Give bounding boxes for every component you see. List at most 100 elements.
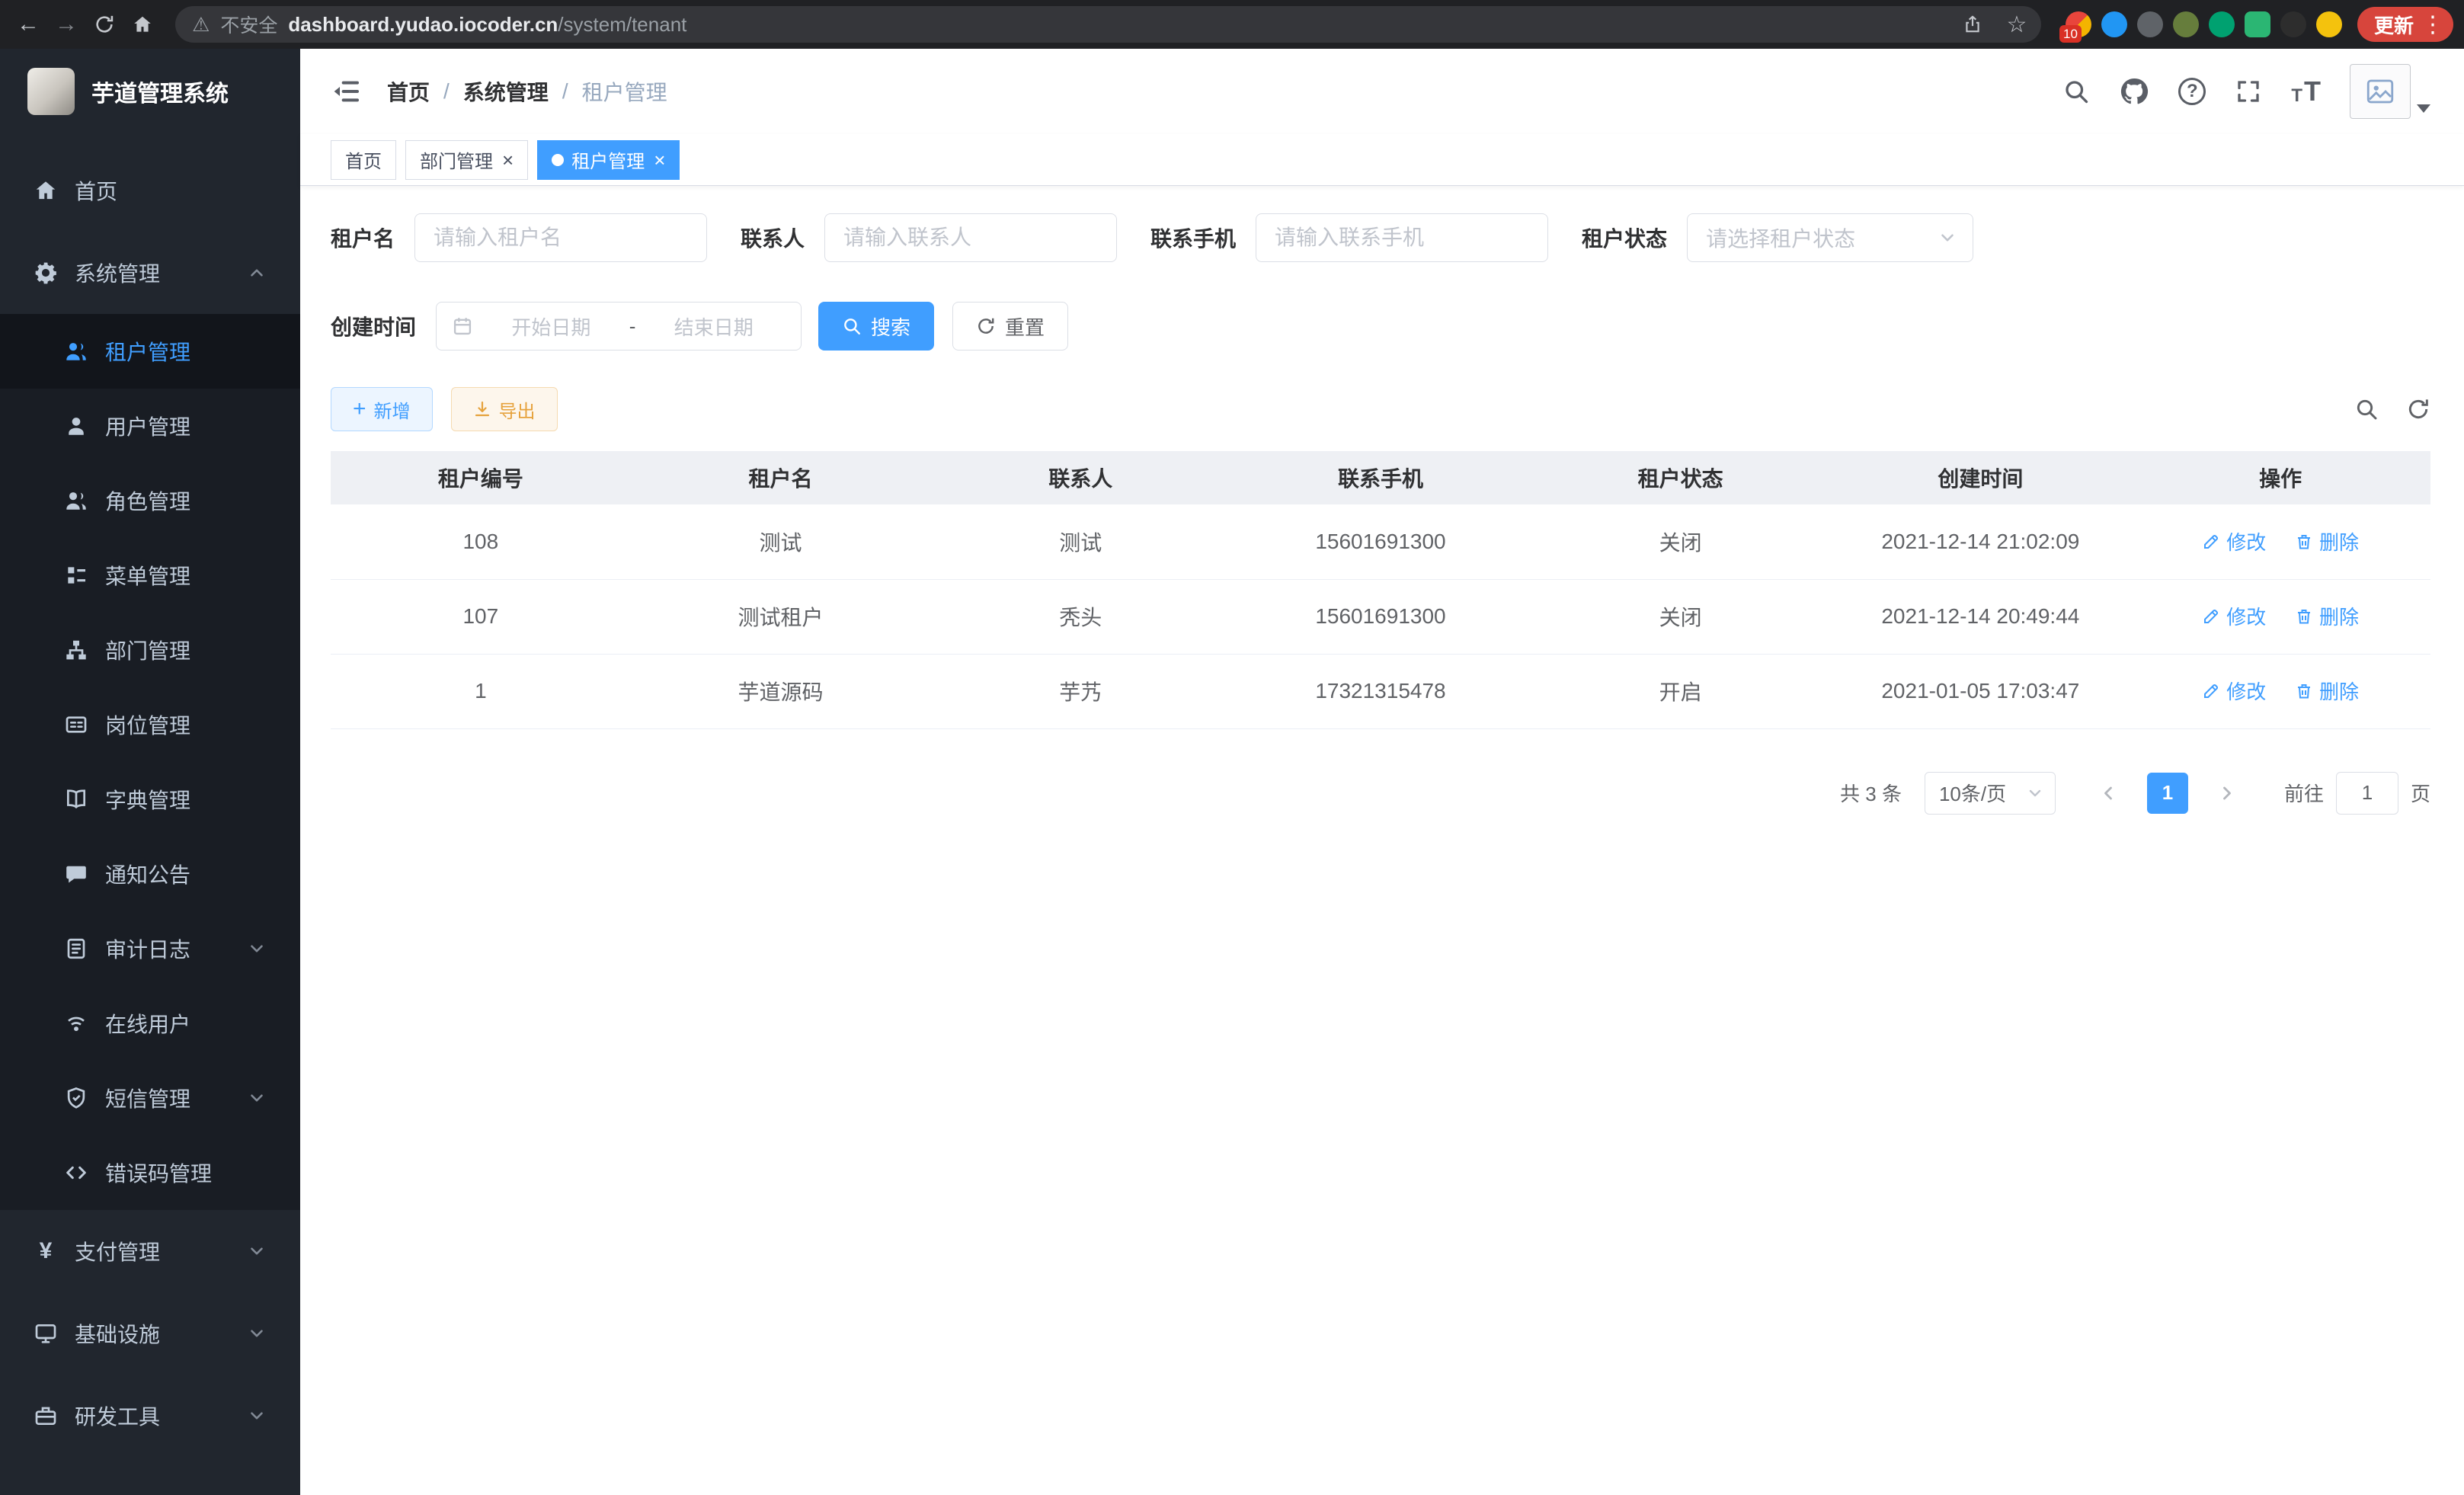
browser-toolbar: ← → ⚠ 不安全 dashboard.yudao.iocoder.cn/sys… bbox=[0, 0, 2464, 49]
reset-button[interactable]: 重置 bbox=[952, 302, 1068, 351]
edit-link[interactable]: 修改 bbox=[2202, 677, 2266, 705]
share-icon[interactable] bbox=[1956, 8, 1989, 41]
browser-home-icon[interactable] bbox=[125, 7, 160, 42]
extension-icon[interactable] bbox=[2173, 11, 2199, 37]
sidebar-item-error-code[interactable]: 错误码管理 bbox=[0, 1135, 300, 1210]
profile-avatar-icon[interactable] bbox=[2316, 11, 2342, 37]
cell-id: 107 bbox=[331, 579, 631, 654]
cell-actions: 修改 删除 bbox=[2130, 504, 2430, 579]
browser-address-bar[interactable]: ⚠ 不安全 dashboard.yudao.iocoder.cn/system/… bbox=[175, 6, 2041, 43]
sidebar-item-dev-tools[interactable]: 研发工具 bbox=[0, 1375, 300, 1457]
active-dot-icon bbox=[552, 154, 564, 166]
export-button[interactable]: 导出 bbox=[451, 387, 558, 431]
sidebar-item-online-users[interactable]: 在线用户 bbox=[0, 986, 300, 1061]
sidebar-item-menu-management[interactable]: 菜单管理 bbox=[0, 538, 300, 613]
tenant-table: 租户编号 租户名 联系人 联系手机 租户状态 创建时间 操作 108 测试 bbox=[331, 451, 2430, 729]
extension-icon[interactable] bbox=[2245, 11, 2270, 37]
table-row: 1 芋道源码 芋艿 17321315478 开启 2021-01-05 17:0… bbox=[331, 654, 2430, 728]
sidebar-item-home[interactable]: 首页 bbox=[0, 149, 300, 232]
refresh-table-icon[interactable] bbox=[2406, 397, 2430, 421]
menu-icon bbox=[64, 563, 88, 587]
log-icon bbox=[64, 936, 88, 961]
close-icon[interactable]: × bbox=[502, 150, 514, 170]
delete-link[interactable]: 删除 bbox=[2295, 602, 2359, 630]
browser-forward-icon[interactable]: → bbox=[49, 7, 84, 42]
online-icon bbox=[64, 1011, 88, 1036]
url-text[interactable]: dashboard.yudao.iocoder.cn/system/tenant bbox=[288, 13, 1945, 37]
goto-page-input[interactable] bbox=[2336, 772, 2398, 815]
extension-icon[interactable] bbox=[2209, 11, 2235, 37]
fullscreen-icon[interactable] bbox=[2235, 78, 2262, 105]
create-time-range-picker[interactable]: 开始日期 - 结束日期 bbox=[436, 302, 802, 351]
avatar[interactable] bbox=[2350, 64, 2411, 119]
bookmark-star-icon[interactable]: ☆ bbox=[2000, 8, 2034, 41]
user-avatar-dropdown[interactable] bbox=[2350, 64, 2430, 119]
sidebar-item-infrastructure[interactable]: 基础设施 bbox=[0, 1292, 300, 1375]
security-status-label[interactable]: 不安全 bbox=[220, 11, 277, 38]
delete-link[interactable]: 删除 bbox=[2295, 527, 2359, 555]
table-header-row: 租户编号 租户名 联系人 联系手机 租户状态 创建时间 操作 bbox=[331, 451, 2430, 504]
sidebar-item-system-management[interactable]: 系统管理 bbox=[0, 232, 300, 314]
page-size-select[interactable]: 10条/页 bbox=[1925, 772, 2056, 815]
extension-icon[interactable]: 10 bbox=[2066, 11, 2091, 37]
cell-status: 关闭 bbox=[1531, 504, 1831, 579]
help-icon[interactable]: ? bbox=[2178, 78, 2206, 105]
home-icon bbox=[34, 178, 58, 203]
sidebar-item-role-management[interactable]: 角色管理 bbox=[0, 463, 300, 538]
browser-update-button[interactable]: 更新 ⋮ bbox=[2357, 7, 2453, 42]
edit-link[interactable]: 修改 bbox=[2202, 527, 2266, 555]
close-icon[interactable]: × bbox=[654, 150, 665, 170]
sidebar-item-audit-log[interactable]: 审计日志 bbox=[0, 911, 300, 986]
sidebar-item-label: 租户管理 bbox=[105, 336, 190, 367]
toggle-search-icon[interactable] bbox=[2354, 397, 2379, 421]
breadcrumb-system[interactable]: 系统管理 bbox=[463, 76, 549, 107]
tab-tenant-management[interactable]: 租户管理 × bbox=[537, 140, 680, 180]
extension-icon[interactable] bbox=[2101, 11, 2127, 37]
prev-page-button[interactable] bbox=[2088, 773, 2129, 814]
users-icon bbox=[64, 339, 88, 363]
tenant-status-select[interactable]: 请选择租户状态 bbox=[1687, 213, 1973, 262]
github-icon[interactable] bbox=[2119, 76, 2149, 107]
sidebar-item-label: 部门管理 bbox=[105, 635, 190, 665]
add-button[interactable]: + 新增 bbox=[331, 387, 433, 431]
status-placeholder: 请选择租户状态 bbox=[1706, 222, 1855, 253]
next-page-button[interactable] bbox=[2206, 773, 2248, 814]
contact-input[interactable] bbox=[824, 213, 1117, 262]
sidebar-item-user-management[interactable]: 用户管理 bbox=[0, 389, 300, 463]
extension-icon[interactable] bbox=[2280, 11, 2306, 37]
sidebar-item-notice[interactable]: 通知公告 bbox=[0, 837, 300, 911]
page-number-button[interactable]: 1 bbox=[2147, 773, 2188, 814]
browser-back-icon[interactable]: ← bbox=[11, 7, 46, 42]
sidebar-item-sms-management[interactable]: 短信管理 bbox=[0, 1061, 300, 1135]
sidebar-item-label: 错误码管理 bbox=[105, 1157, 212, 1188]
phone-input[interactable] bbox=[1256, 213, 1548, 262]
browser-menu-kebab-icon[interactable]: ⋮ bbox=[2421, 11, 2444, 38]
sidebar-toggle-icon[interactable] bbox=[331, 76, 361, 107]
tab-dept-management[interactable]: 部门管理 × bbox=[405, 140, 528, 180]
extension-icon[interactable] bbox=[2137, 11, 2163, 37]
tab-home[interactable]: 首页 bbox=[331, 140, 396, 180]
sidebar-item-dept-management[interactable]: 部门管理 bbox=[0, 613, 300, 687]
tenant-name-input[interactable] bbox=[414, 213, 707, 262]
table-tools bbox=[2354, 397, 2430, 421]
edit-link[interactable]: 修改 bbox=[2202, 602, 2266, 630]
header-search-icon[interactable] bbox=[2062, 78, 2090, 105]
browser-extensions: 10 bbox=[2056, 11, 2351, 37]
column-header-id: 租户编号 bbox=[331, 451, 631, 504]
gear-icon bbox=[34, 261, 58, 285]
logo[interactable]: 芋道管理系统 bbox=[0, 49, 300, 134]
search-button[interactable]: 搜索 bbox=[818, 302, 934, 351]
cell-contact: 测试 bbox=[930, 504, 1230, 579]
chevron-down-icon[interactable] bbox=[2417, 104, 2430, 113]
sidebar-item-dict-management[interactable]: 字典管理 bbox=[0, 762, 300, 837]
browser-reload-icon[interactable] bbox=[87, 7, 122, 42]
delete-link[interactable]: 删除 bbox=[2295, 677, 2359, 705]
breadcrumb-home[interactable]: 首页 bbox=[387, 76, 430, 107]
column-header-actions: 操作 bbox=[2130, 451, 2430, 504]
sidebar-item-label: 菜单管理 bbox=[105, 560, 190, 591]
sidebar-item-tenant-management[interactable]: 租户管理 bbox=[0, 314, 300, 389]
font-size-icon[interactable]: TT bbox=[2291, 78, 2321, 105]
sidebar-item-post-management[interactable]: 岗位管理 bbox=[0, 687, 300, 762]
shield-icon bbox=[64, 1086, 88, 1110]
sidebar-item-payment[interactable]: ¥ 支付管理 bbox=[0, 1210, 300, 1292]
